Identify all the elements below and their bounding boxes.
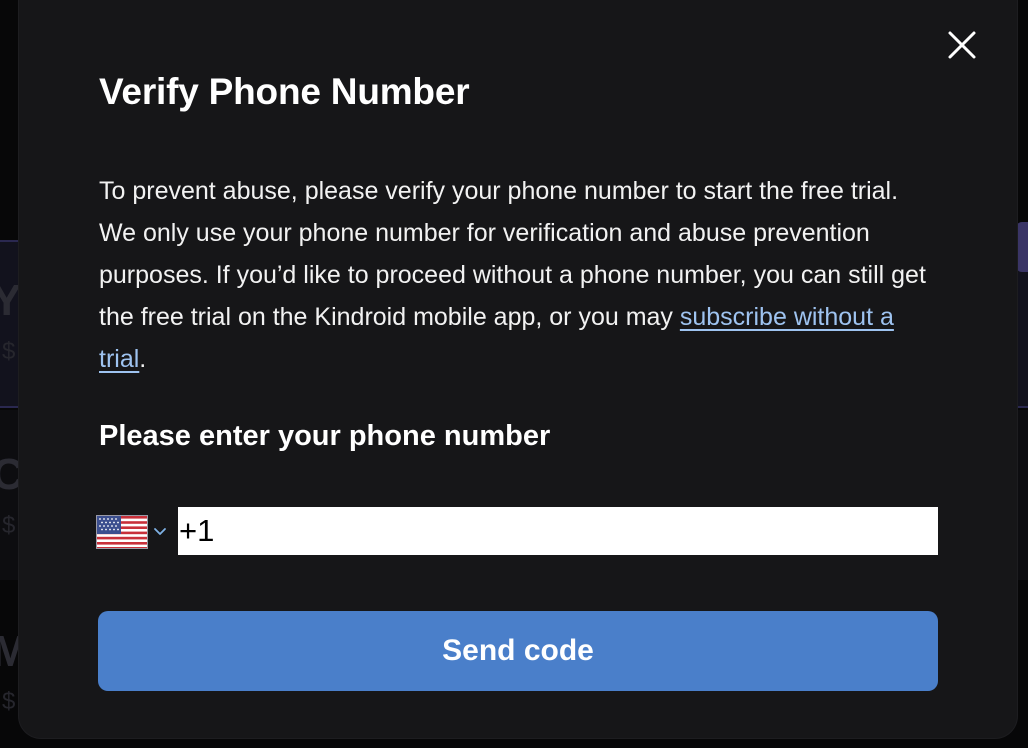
close-button[interactable] (945, 28, 979, 62)
background-text-fragment: $ (2, 338, 16, 365)
phone-number-label: Please enter your phone number (99, 420, 551, 452)
us-flag-icon (96, 515, 148, 549)
dialog-description: To prevent abuse, please verify your pho… (99, 170, 929, 380)
verify-phone-dialog: Verify Phone Number To prevent abuse, pl… (19, 0, 1017, 738)
send-code-button[interactable]: Send code (98, 611, 938, 691)
close-icon (948, 31, 976, 59)
dialog-title: Verify Phone Number (99, 71, 470, 112)
background-text-fragment: $ (2, 512, 16, 539)
country-code-select[interactable] (96, 513, 174, 551)
description-period: . (139, 345, 147, 373)
chevron-down-icon (154, 528, 166, 535)
phone-number-input[interactable] (178, 507, 938, 555)
background-accent (1016, 222, 1028, 272)
background-text-fragment: $ (2, 688, 16, 715)
